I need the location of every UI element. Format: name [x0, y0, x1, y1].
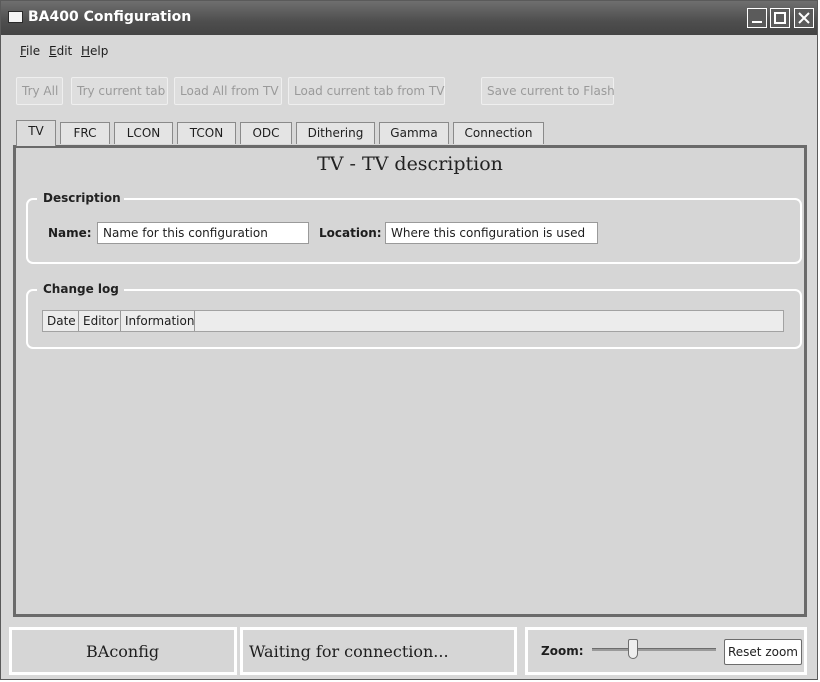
zoom-pane: Zoom: Reset zoom	[525, 627, 807, 675]
minimize-icon	[752, 21, 762, 23]
minimize-button[interactable]	[747, 8, 767, 28]
tab-gamma[interactable]: Gamma	[379, 122, 449, 144]
description-group-title: Description	[37, 191, 127, 205]
changelog-group: Change log Date Editor Information	[26, 282, 802, 349]
group-divider	[124, 198, 796, 200]
menu-help[interactable]: Help	[81, 44, 108, 58]
tab-odc[interactable]: ODC	[240, 122, 292, 144]
location-label: Location:	[319, 226, 382, 240]
changelog-table-header: Date Editor Information	[42, 310, 784, 332]
panel-title: TV - TV description	[317, 153, 503, 175]
connection-status: Waiting for connection...	[249, 642, 449, 661]
close-button[interactable]	[794, 8, 814, 28]
status-app-name: BAconfig	[86, 642, 160, 661]
tab-tv[interactable]: TV	[16, 120, 56, 146]
close-icon	[798, 12, 810, 24]
tab-panel-tv: TV - TV description Description Name: Lo…	[13, 145, 807, 617]
tab-connection[interactable]: Connection	[453, 122, 544, 144]
column-header-date[interactable]: Date	[43, 311, 79, 331]
name-label: Name:	[48, 226, 92, 240]
name-input[interactable]	[97, 222, 309, 244]
column-header-editor[interactable]: Editor	[79, 311, 121, 331]
load-all-from-tv-button[interactable]: Load All from TV	[174, 77, 282, 105]
zoom-slider-track[interactable]	[592, 648, 716, 651]
try-all-button[interactable]: Try All	[16, 77, 63, 105]
tab-frc[interactable]: FRC	[60, 122, 110, 144]
group-divider	[124, 289, 796, 291]
tab-tcon[interactable]: TCON	[177, 122, 236, 144]
tab-lcon[interactable]: LCON	[114, 122, 173, 144]
column-header-information[interactable]: Information	[121, 311, 195, 331]
status-connection-pane: Waiting for connection...	[240, 627, 517, 675]
menu-file[interactable]: File	[20, 44, 40, 58]
menu-edit[interactable]: Edit	[49, 44, 72, 58]
maximize-icon	[774, 12, 786, 24]
changelog-group-title: Change log	[37, 282, 125, 296]
status-app-name-pane: BAconfig	[9, 627, 237, 675]
save-current-to-flash-button[interactable]: Save current to Flash	[481, 77, 615, 105]
application-window: BA400 Configuration File Edit Help Try A…	[0, 0, 818, 680]
zoom-slider[interactable]	[592, 638, 716, 662]
description-group: Description Name: Location:	[26, 191, 802, 264]
try-current-tab-button[interactable]: Try current tab	[71, 77, 168, 105]
title-bar[interactable]: BA400 Configuration	[1, 1, 817, 35]
app-icon	[8, 11, 23, 23]
tab-dithering[interactable]: Dithering	[296, 122, 375, 144]
zoom-label: Zoom:	[541, 644, 584, 658]
maximize-button[interactable]	[770, 8, 790, 28]
zoom-slider-handle[interactable]	[628, 639, 638, 659]
menu-bar: File Edit Help	[1, 35, 817, 65]
load-current-tab-from-tv-button[interactable]: Load current tab from TV	[288, 77, 445, 105]
window-title: BA400 Configuration	[28, 9, 192, 25]
location-input[interactable]	[385, 222, 598, 244]
reset-zoom-button[interactable]: Reset zoom	[724, 639, 802, 665]
